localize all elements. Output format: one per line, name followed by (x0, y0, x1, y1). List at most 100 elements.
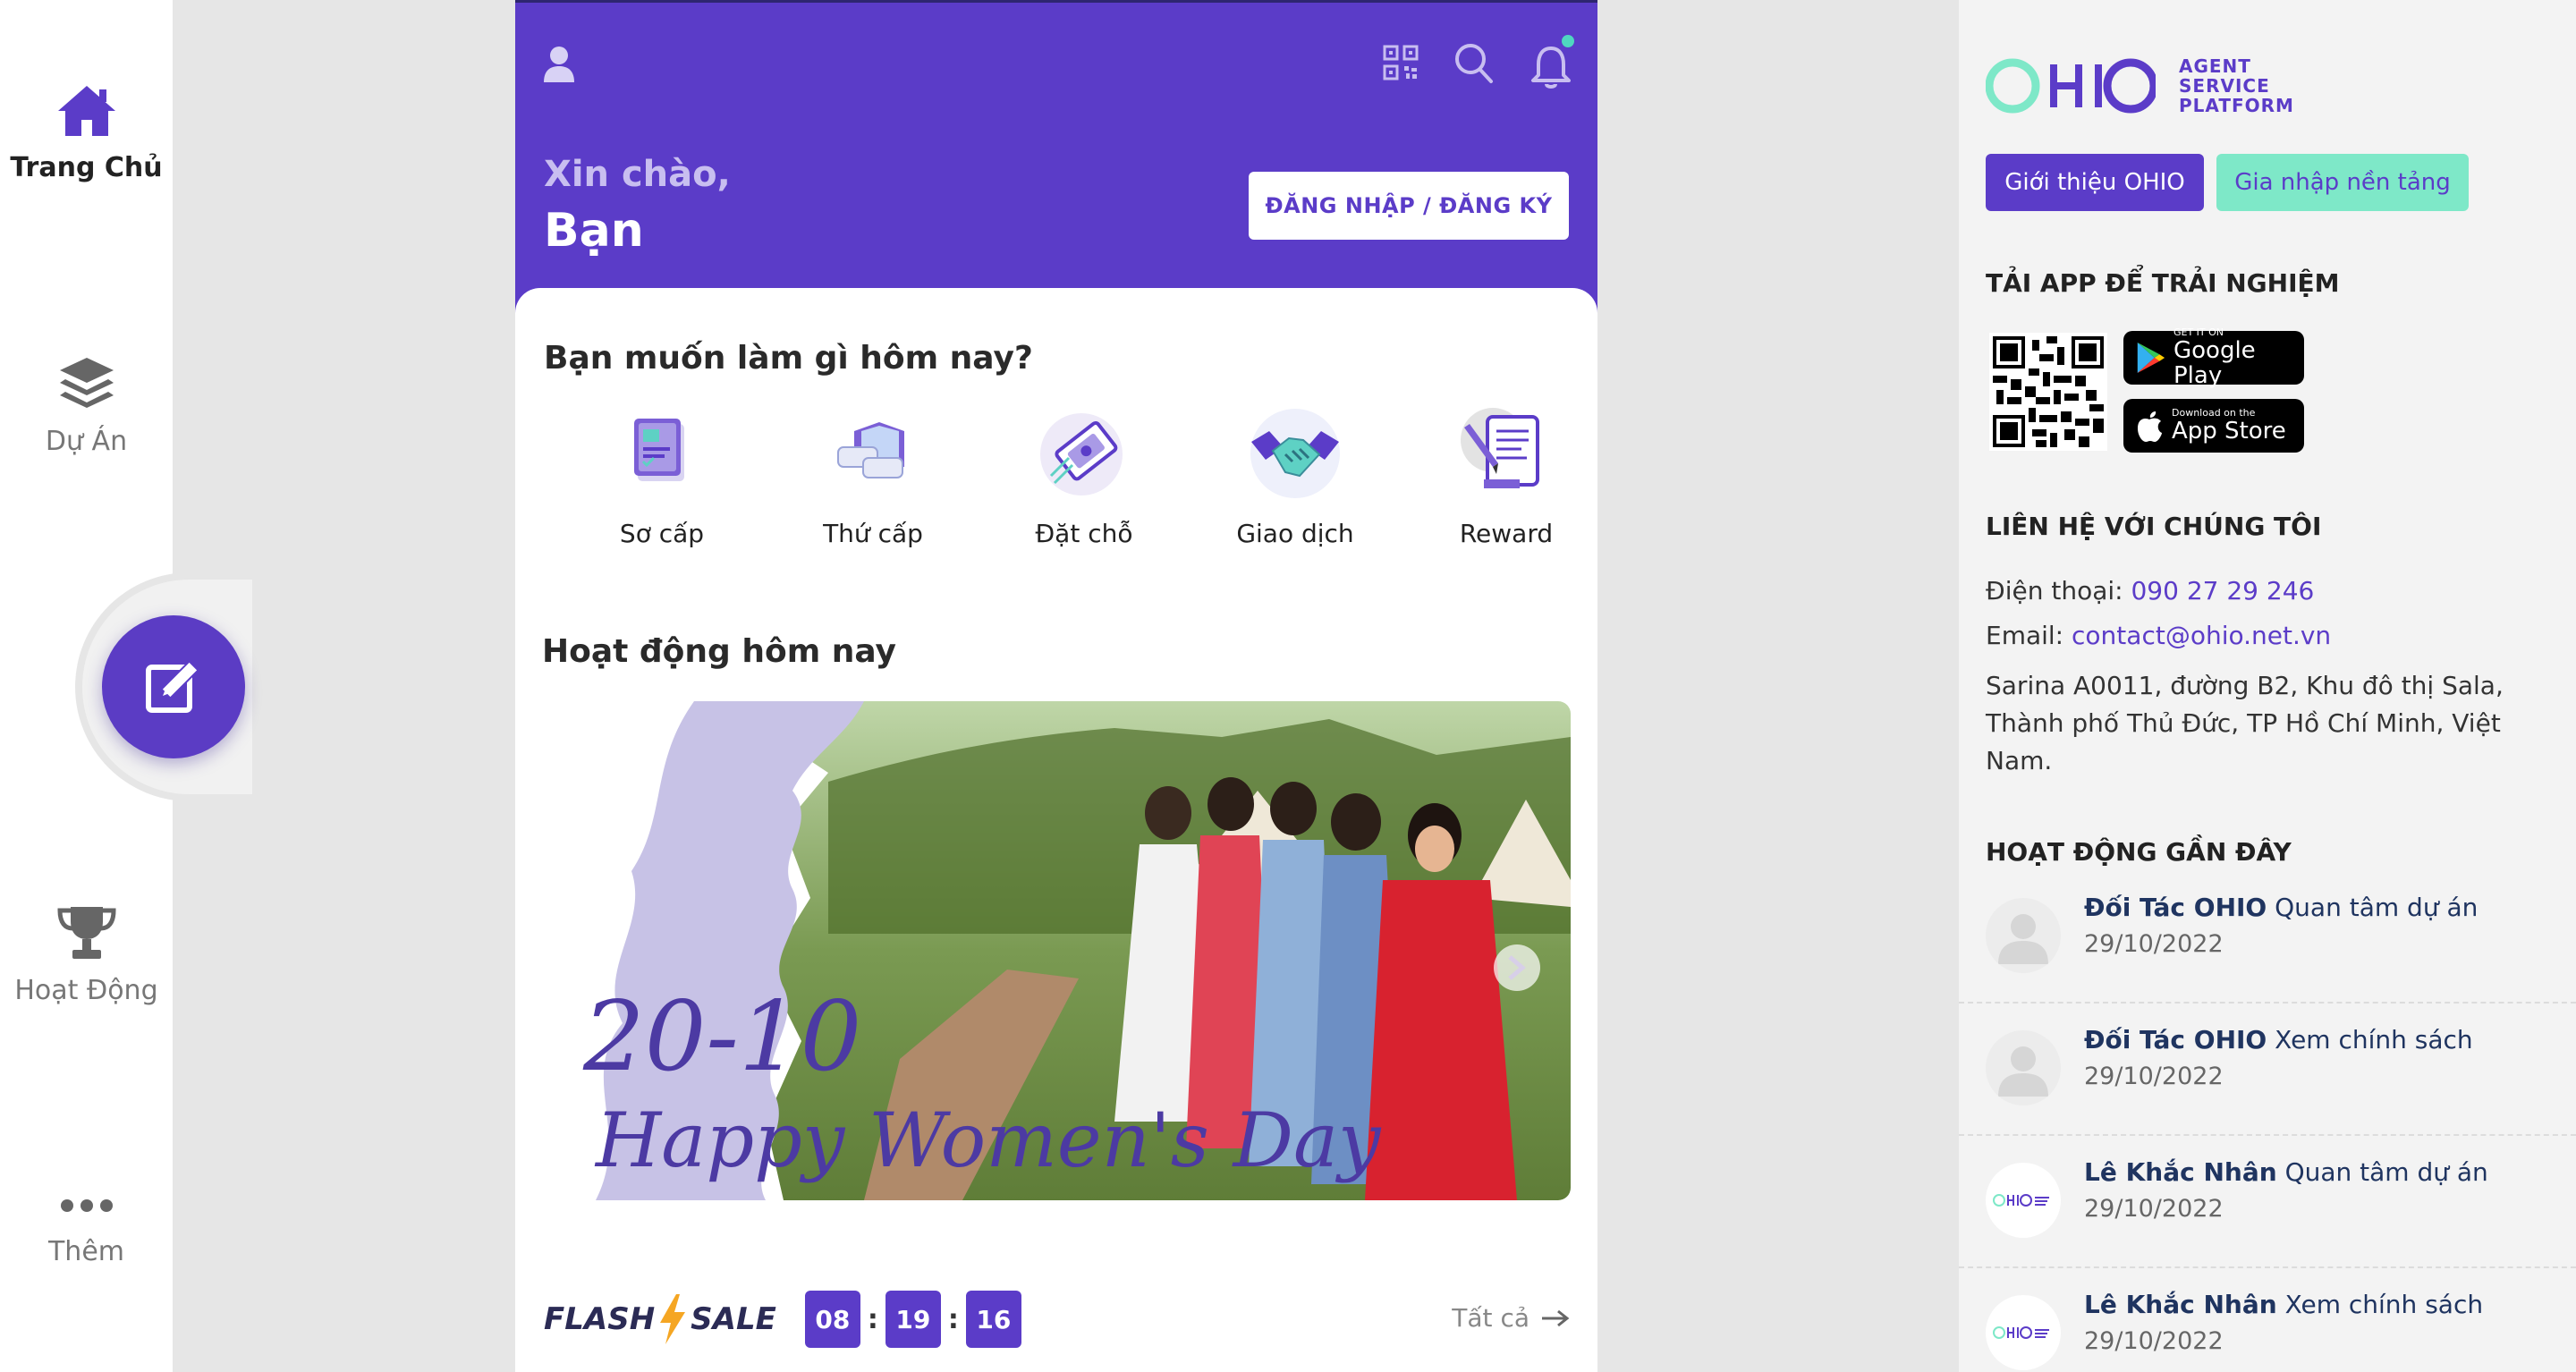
layers-icon (59, 358, 114, 408)
reward-document-icon (1461, 408, 1539, 488)
avatar (1986, 1030, 2061, 1105)
apple-icon (2138, 411, 2162, 442)
activity-text: Lê Khắc Nhân Quan tâm dự án (2084, 1157, 2488, 1187)
action-primary[interactable]: Sơ cấp (572, 404, 751, 548)
activity-action: Quan tâm dự án (2284, 1157, 2488, 1187)
nav-item-home[interactable]: Trang Chủ (0, 82, 173, 183)
question-title: Bạn muốn làm gì hôm nay? (544, 340, 1033, 377)
header-top-line (515, 0, 1597, 3)
ohio-logo: AGENT SERVICE PLATFORM (1986, 52, 2294, 120)
activity-text: Đối Tác OHIO Xem chính sách (2084, 1025, 2473, 1054)
secondary-market-icon (837, 422, 904, 479)
download-title: TẢI APP ĐỂ TRẢI NGHIỆM (1986, 268, 2340, 298)
activity-text: Lê Khắc Nhân Xem chính sách (2084, 1290, 2483, 1319)
action-reward[interactable]: Reward (1417, 404, 1596, 548)
main-content: Bạn muốn làm gì hôm nay? Sơ cấp Thứ cấp … (515, 288, 1597, 1372)
qr-scan-icon[interactable] (1383, 45, 1419, 80)
activity-user: Lê Khắc Nhân (2084, 1157, 2277, 1187)
activity-user: Đối Tác OHIO (2084, 1025, 2267, 1054)
intro-ohio-button[interactable]: Giới thiệu OHIO (1986, 154, 2204, 211)
default-user-icon (1998, 1046, 2048, 1097)
phone-link[interactable]: 090 27 29 246 (2131, 576, 2314, 606)
timer-separator: : (947, 1303, 959, 1335)
see-all-link[interactable]: Tất cả (1452, 1303, 1571, 1333)
logo-subtitle: AGENT SERVICE PLATFORM (2179, 56, 2294, 115)
app-store-badge[interactable]: Download on the App Store (2123, 399, 2304, 453)
event-banner[interactable]: 20-10 Happy Women's Day (542, 701, 1571, 1200)
action-label: Sơ cấp (619, 519, 705, 548)
recent-activity-item[interactable]: Đối Tác OHIO Xem chính sách 29/10/2022 (1959, 1004, 2576, 1136)
lightning-icon (660, 1294, 686, 1344)
bell-icon[interactable] (1530, 32, 1576, 91)
ohio-logo-mark (1986, 58, 2156, 114)
avatar (1986, 1163, 2061, 1238)
nav-label-more: Thêm (47, 1236, 125, 1267)
timer-hours: 08 (804, 1291, 860, 1348)
banner-tagline: Happy Women's Day (594, 1097, 1382, 1184)
user-icon[interactable] (542, 45, 576, 84)
action-label: Giao dịch (1236, 519, 1354, 548)
recent-activities-title: HOẠT ĐỘNG GẦN ĐÂY (1986, 837, 2292, 867)
google-play-icon (2137, 342, 2165, 374)
app-store-big-text: App Store (2172, 418, 2286, 445)
ohio-avatar-logo (1993, 1326, 2049, 1339)
action-transaction[interactable]: Giao dịch (1206, 404, 1385, 548)
activity-action: Xem chính sách (2284, 1290, 2484, 1319)
activity-date: 29/10/2022 (2084, 1327, 2224, 1355)
login-register-button[interactable]: ĐĂNG NHẬP / ĐĂNG KÝ (1249, 172, 1569, 240)
quick-actions: Sơ cấp Thứ cấp Đặt chỗ Giao dịch Reward (542, 404, 1571, 574)
search-icon[interactable] (1454, 43, 1494, 84)
contact-email: Email: contact@ohio.net.vn (1986, 617, 2531, 655)
right-panel: AGENT SERVICE PLATFORM Giới thiệu OHIO G… (1959, 0, 2576, 1372)
timer-minutes: 19 (885, 1291, 941, 1348)
banner-image: 20-10 Happy Women's Day (542, 701, 1571, 1200)
countdown-timer: 08 : 19 : 16 (804, 1291, 1021, 1348)
booking-ticket-icon (1040, 413, 1123, 495)
trophy-icon (56, 907, 116, 959)
compose-fab-button[interactable] (102, 615, 245, 758)
avatar (1986, 1295, 2061, 1370)
phone-label: Điện thoại: (1986, 576, 2123, 606)
more-icon (60, 1199, 113, 1212)
nav-label-home: Trang Chủ (10, 152, 163, 183)
avatar (1986, 898, 2061, 973)
recent-activity-item[interactable]: Lê Khắc Nhân Quan tâm dự án 29/10/2022 (1959, 1136, 2576, 1268)
action-secondary[interactable]: Thứ cấp (784, 404, 962, 548)
action-label: Đặt chỗ (1035, 519, 1133, 548)
qr-code (1989, 333, 2107, 451)
see-all-label: Tất cả (1452, 1303, 1530, 1333)
join-platform-button[interactable]: Gia nhập nền tảng (2216, 154, 2469, 211)
activity-user: Lê Khắc Nhân (2084, 1290, 2277, 1319)
activity-action: Quan tâm dự án (2275, 893, 2479, 922)
today-activities-title: Hoạt động hôm nay (542, 633, 897, 670)
timer-seconds: 16 (965, 1291, 1021, 1348)
flash-sale: FLASH SALE 08 : 19 : 16 (544, 1288, 1021, 1351)
header: Xin chào, Bạn ĐĂNG NHẬP / ĐĂNG KÝ (515, 0, 1597, 322)
contact-phone: Điện thoại: 090 27 29 246 (1986, 572, 2531, 610)
edit-icon (146, 660, 199, 713)
recent-activity-item[interactable]: Đối Tác OHIO Quan tâm dự án 29/10/2022 (1959, 871, 2576, 1004)
nav-item-projects[interactable]: Dự Án (0, 354, 173, 457)
timer-separator: : (867, 1303, 878, 1335)
nav-item-activities[interactable]: Hoạt Động (0, 903, 173, 1006)
main-app-column: Xin chào, Bạn ĐĂNG NHẬP / ĐĂNG KÝ Bạn mu… (515, 0, 1597, 1372)
logo-sub-line: AGENT (2179, 55, 2251, 77)
recent-activity-item[interactable]: Lê Khắc Nhân Xem chính sách 29/10/2022 (1959, 1268, 2576, 1372)
default-user-icon (1998, 914, 2048, 964)
email-link[interactable]: contact@ohio.net.vn (2072, 621, 2331, 650)
nav-label-activities: Hoạt Động (14, 975, 158, 1006)
google-play-badge[interactable]: GET IT ON Google Play (2123, 327, 2304, 389)
activity-text: Đối Tác OHIO Quan tâm dự án (2084, 893, 2478, 922)
google-play-big-text: Google Play (2173, 337, 2256, 389)
handshake-icon (1250, 409, 1340, 498)
activity-user: Đối Tác OHIO (2084, 893, 2267, 922)
action-label: Reward (1459, 519, 1554, 548)
contact-title: LIÊN HỆ VỚI CHÚNG TÔI (1986, 512, 2322, 541)
logo-sub-line: SERVICE (2179, 75, 2270, 97)
banner-next-arrow[interactable] (1494, 944, 1540, 991)
action-booking[interactable]: Đặt chỗ (995, 404, 1174, 548)
email-label: Email: (1986, 621, 2064, 650)
sale-word: SALE (691, 1301, 776, 1337)
banner-date: 20-10 (582, 981, 861, 1093)
nav-item-more[interactable]: Thêm (0, 1188, 173, 1267)
